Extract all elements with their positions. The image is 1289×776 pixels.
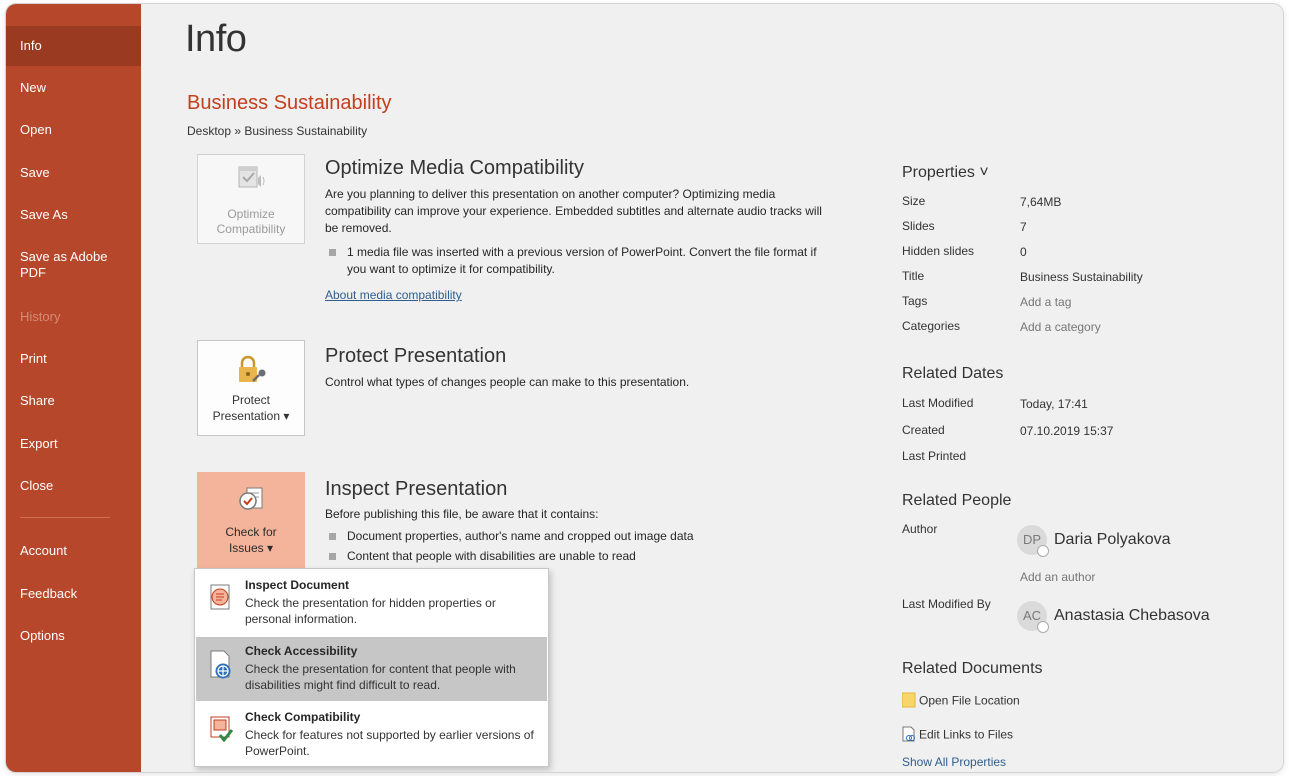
media-optimize-icon (237, 165, 267, 197)
menu-item-inspect-document-desc: Check the presentation for hidden proper… (245, 596, 496, 626)
inspect-bullet-1: Document properties, author's name and c… (325, 528, 825, 545)
open-file-location-label: Open File Location (919, 693, 1020, 708)
prop-value-categories[interactable]: Add a category (1020, 320, 1101, 334)
sidebar-item-share[interactable]: Share (6, 393, 141, 409)
modifier-avatar[interactable]: AC (1017, 601, 1049, 633)
optimize-description: Are you planning to deliver this present… (325, 187, 822, 235)
inspect-bullet-2: Content that people with disabilities ar… (325, 548, 825, 565)
sidebar-item-close[interactable]: Close (6, 478, 141, 494)
protect-heading: Protect Presentation (325, 345, 507, 367)
date-key-last-printed: Last Printed (902, 449, 967, 463)
sidebar-item-print[interactable]: Print (6, 351, 141, 367)
prop-key-hidden-slides: Hidden slides (902, 244, 975, 258)
add-author-link[interactable]: Add an author (1020, 570, 1095, 584)
menu-item-check-accessibility-desc: Check the presentation for content that … (245, 662, 516, 692)
presence-icon (1037, 545, 1049, 557)
inspect-bullet-1-text: Document properties, author's name and c… (347, 529, 694, 543)
sidebar-item-new[interactable]: New (6, 80, 141, 96)
prop-value-slides: 7 (1020, 220, 1027, 234)
related-people-heading: Related People (902, 492, 1012, 509)
lock-key-icon (237, 355, 269, 389)
author-label: Author (902, 522, 938, 536)
prop-key-categories: Categories (902, 319, 961, 333)
page-title: Info (185, 18, 247, 60)
optimize-bullet: 1 media file was inserted with a previou… (325, 244, 825, 278)
protect-tile-label-2: Presentation ▾ (212, 409, 290, 423)
inspect-bullet-2-text: Content that people with disabilities ar… (347, 549, 636, 563)
date-key-last-modified: Last Modified (902, 396, 974, 410)
prop-key-title: Title (902, 269, 925, 283)
protect-presentation-button[interactable]: Protect Presentation ▾ (197, 340, 305, 436)
sidebar-item-feedback[interactable]: Feedback (6, 586, 141, 602)
optimize-heading: Optimize Media Compatibility (325, 157, 584, 179)
optimize-tile-label-1: Optimize (227, 207, 275, 221)
menu-item-inspect-document[interactable]: Inspect Document Check the presentation … (196, 571, 547, 635)
folder-icon (901, 692, 916, 711)
date-value-created: 07.10.2019 15:37 (1020, 424, 1114, 438)
prop-value-hidden-slides: 0 (1020, 245, 1027, 259)
compatibility-icon (208, 715, 236, 748)
presence-icon (1037, 621, 1049, 633)
inspect-document-icon (208, 583, 236, 616)
author-avatar[interactable]: DP (1017, 525, 1049, 557)
menu-item-check-accessibility[interactable]: Check Accessibility Check the presentati… (196, 637, 547, 701)
prop-key-slides: Slides (902, 219, 935, 233)
author-initials: DP (1022, 532, 1042, 547)
backstage-sidebar: Info New Open Save Save As Save as Adobe… (6, 4, 141, 772)
link-document-icon (902, 726, 916, 745)
properties-heading[interactable]: Properties ˅ (902, 164, 989, 182)
breadcrumb: Desktop » Business Sustainability (187, 124, 368, 138)
optimize-compatibility-button: Optimize Compatibility (197, 154, 305, 244)
edit-links-link[interactable]: Edit Links to Files (902, 726, 1013, 745)
last-modified-by-label: Last Modified By (902, 597, 991, 611)
prop-value-tags[interactable]: Add a tag (1020, 295, 1071, 309)
accessibility-icon (208, 649, 236, 684)
sidebar-item-open[interactable]: Open (6, 122, 141, 138)
sidebar-item-info[interactable]: Info (6, 26, 141, 66)
inspect-description: Before publishing this file, be aware th… (325, 507, 599, 521)
protect-description: Control what types of changes people can… (325, 375, 690, 389)
check-issues-icon (237, 485, 267, 519)
modifier-initials: AC (1022, 608, 1042, 623)
prop-key-tags: Tags (902, 294, 928, 308)
open-file-location-link[interactable]: Open File Location (901, 692, 1020, 711)
protect-tile-label-1: Protect (231, 393, 270, 407)
sidebar-item-save[interactable]: Save (6, 165, 141, 181)
sidebar-item-account[interactable]: Account (6, 543, 141, 559)
author-name[interactable]: Daria Polyakova (1054, 531, 1171, 549)
optimize-tile-label-2: Compatibility (216, 222, 286, 236)
date-key-created: Created (902, 423, 945, 437)
document-title: Business Sustainability (187, 92, 392, 114)
sidebar-divider (20, 517, 110, 518)
info-panel: Info Business Sustainability Desktop » B… (141, 4, 1283, 772)
sidebar-item-save-as-pdf[interactable]: Save as Adobe PDF (6, 249, 116, 281)
prop-key-size: Size (902, 194, 926, 208)
check-for-issues-button[interactable]: Check for Issues ▾ (197, 472, 305, 568)
prop-value-title[interactable]: Business Sustainability (1020, 270, 1143, 284)
backstage-window: Info New Open Save Save As Save as Adobe… (6, 4, 1283, 772)
show-all-properties-link[interactable]: Show All Properties (902, 755, 1006, 769)
about-media-compatibility-link[interactable]: About media compatibility (325, 288, 462, 302)
inspect-heading: Inspect Presentation (325, 478, 508, 500)
menu-item-check-accessibility-title: Check Accessibility (245, 644, 358, 658)
sidebar-item-export[interactable]: Export (6, 436, 141, 452)
related-dates-heading: Related Dates (902, 365, 1004, 382)
related-documents-heading: Related Documents (902, 660, 1043, 677)
check-issues-label-2: Issues ▾ (228, 541, 274, 555)
check-issues-dropdown: Inspect Document Check the presentation … (194, 568, 549, 767)
prop-value-size: 7,64MB (1020, 195, 1062, 209)
edit-links-label: Edit Links to Files (919, 727, 1014, 742)
optimize-bullet-text: 1 media file was inserted with a previou… (347, 245, 817, 276)
sidebar-item-history: History (20, 309, 61, 324)
check-issues-label-1: Check for (225, 525, 277, 539)
sidebar-item-options[interactable]: Options (6, 628, 141, 644)
modifier-name[interactable]: Anastasia Chebasova (1054, 607, 1210, 625)
menu-item-inspect-document-title: Inspect Document (245, 578, 350, 592)
menu-item-check-compatibility[interactable]: Check Compatibility Check for features n… (196, 703, 547, 767)
sidebar-item-save-as[interactable]: Save As (6, 207, 141, 223)
menu-item-check-compatibility-title: Check Compatibility (245, 710, 361, 724)
menu-item-check-compatibility-desc: Check for features not supported by earl… (245, 728, 534, 758)
date-value-last-modified: Today, 17:41 (1020, 397, 1088, 411)
